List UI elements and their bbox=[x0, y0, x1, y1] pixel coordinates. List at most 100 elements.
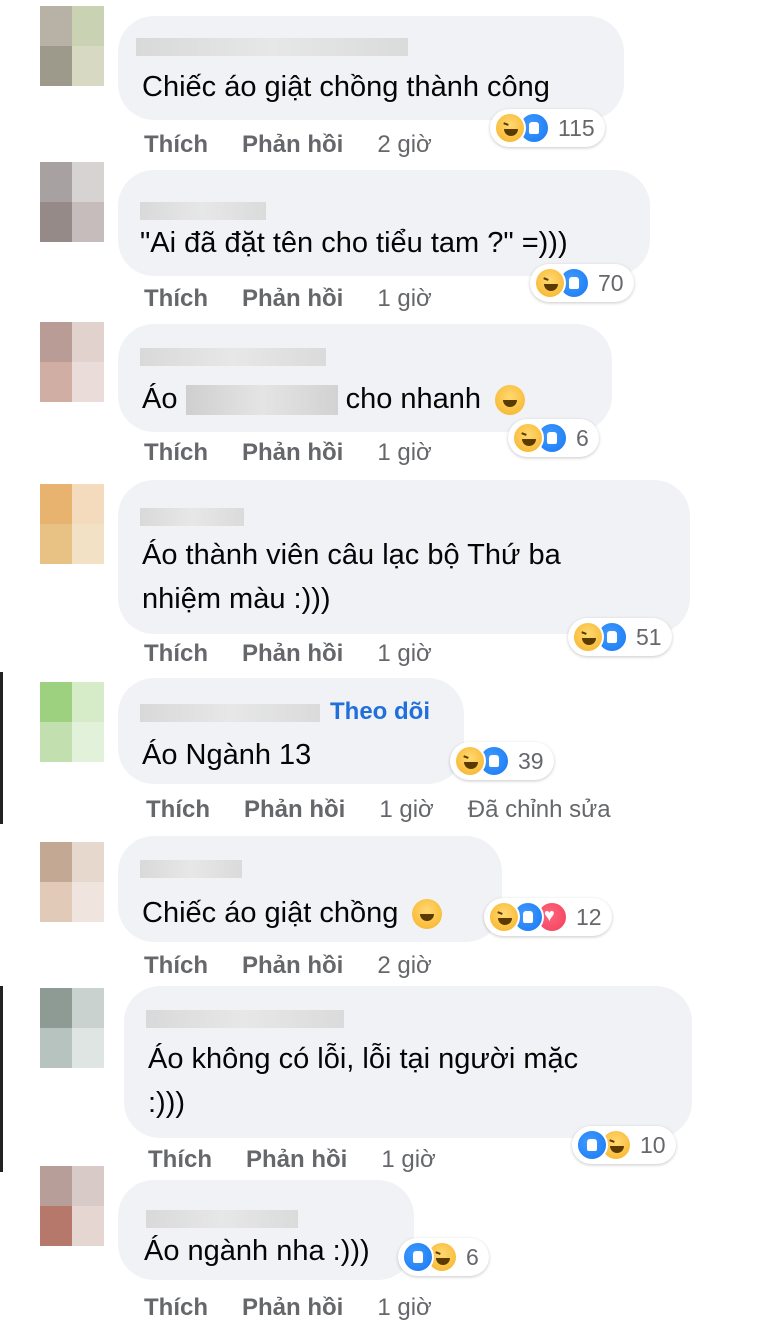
reply-button[interactable]: Phản hồi bbox=[242, 439, 343, 466]
timestamp[interactable]: 2 giờ bbox=[377, 952, 431, 979]
timestamp[interactable]: 1 giờ bbox=[377, 439, 431, 466]
comment-text-line-2: :))) bbox=[148, 1087, 186, 1119]
left-edge-line bbox=[0, 986, 3, 1172]
reply-button[interactable]: Phản hồi bbox=[242, 1294, 343, 1321]
comment-text-line-2: nhiệm màu :))) bbox=[142, 583, 331, 615]
reaction-summary[interactable]: 115 bbox=[490, 109, 605, 147]
reply-button[interactable]: Phản hồi bbox=[242, 285, 343, 312]
comment-text-line-1: Áo không có lỗi, lỗi tại người mặc bbox=[148, 1043, 579, 1075]
timestamp[interactable]: 1 giờ bbox=[379, 796, 433, 823]
avatar[interactable] bbox=[40, 6, 104, 86]
like-button[interactable]: Thích bbox=[144, 131, 208, 158]
comment-bubble: Áo cho nhanh bbox=[118, 324, 612, 432]
reply-button[interactable]: Phản hồi bbox=[242, 640, 343, 667]
comment-text-body: Chiếc áo giật chồng bbox=[142, 897, 399, 929]
haha-icon bbox=[512, 422, 544, 454]
follow-link[interactable]: Theo dõi bbox=[330, 698, 430, 726]
timestamp[interactable]: 1 giờ bbox=[377, 285, 431, 312]
avatar[interactable] bbox=[40, 484, 104, 564]
comment-4: Áo thành viên câu lạc bộ Thứ ba nhiệm mà… bbox=[0, 480, 780, 670]
like-icon bbox=[402, 1241, 434, 1273]
haha-icon bbox=[494, 112, 526, 144]
reaction-summary[interactable]: 6 bbox=[508, 419, 599, 457]
comment-bubble: "Ai đã đặt tên cho tiểu tam ?" =))) bbox=[118, 170, 650, 276]
author-name[interactable] bbox=[140, 348, 326, 366]
haha-icon bbox=[454, 745, 486, 777]
comment-actions: Thích Phản hồi 2 giờ bbox=[144, 131, 466, 159]
reaction-count: 6 bbox=[576, 424, 589, 451]
avatar[interactable] bbox=[40, 842, 104, 922]
comment-text: "Ai đã đặt tên cho tiểu tam ?" =))) bbox=[140, 227, 568, 259]
comment-bubble: Áo ngành nha :))) bbox=[118, 1180, 414, 1280]
reaction-summary[interactable]: 51 bbox=[568, 618, 672, 656]
comment-actions: Thích Phản hồi 1 giờ bbox=[144, 640, 466, 668]
comment-bubble: Theo dõi Áo Ngành 13 bbox=[118, 678, 464, 784]
comment-text: Áo cho nhanh bbox=[142, 378, 526, 420]
comment-actions: Thích Phản hồi 2 giờ bbox=[144, 952, 466, 980]
like-button[interactable]: Thích bbox=[144, 952, 208, 979]
laughing-emoji-icon bbox=[495, 385, 526, 416]
comment-text-end: cho nhanh bbox=[345, 383, 482, 415]
like-button[interactable]: Thích bbox=[144, 1294, 208, 1321]
like-button[interactable]: Thích bbox=[146, 796, 210, 823]
comment-bubble: Áo thành viên câu lạc bộ Thứ ba nhiệm mà… bbox=[118, 480, 690, 634]
reaction-count: 70 bbox=[598, 269, 624, 296]
comment-bubble: Chiếc áo giật chồng bbox=[118, 836, 502, 942]
comment-text-start: Áo bbox=[142, 383, 178, 415]
comment-actions: Thích Phản hồi 1 giờ bbox=[144, 285, 466, 313]
comment-7: Áo không có lỗi, lỗi tại người mặc :))) … bbox=[0, 986, 780, 1173]
reaction-summary[interactable]: 39 bbox=[450, 742, 554, 780]
reply-button[interactable]: Phản hồi bbox=[242, 952, 343, 979]
reaction-count: 115 bbox=[558, 114, 595, 141]
avatar[interactable] bbox=[40, 988, 104, 1068]
comment-actions: Thích Phản hồi 1 giờ bbox=[144, 439, 466, 467]
reaction-summary[interactable]: 12 bbox=[484, 898, 612, 936]
haha-icon bbox=[488, 901, 520, 933]
author-name[interactable] bbox=[140, 508, 244, 526]
author-name[interactable] bbox=[140, 704, 320, 722]
timestamp[interactable]: 1 giờ bbox=[377, 640, 431, 667]
author-name[interactable] bbox=[146, 1010, 344, 1028]
like-button[interactable]: Thích bbox=[144, 640, 208, 667]
like-button[interactable]: Thích bbox=[144, 439, 208, 466]
comment-8: Áo ngành nha :))) Thích Phản hồi 1 giờ 6 bbox=[0, 1166, 780, 1322]
author-name[interactable] bbox=[140, 202, 266, 220]
reaction-count: 51 bbox=[636, 623, 662, 650]
comment-text: Chiếc áo giật chồng bbox=[142, 892, 443, 934]
reaction-count: 12 bbox=[576, 903, 602, 930]
reaction-summary[interactable]: 6 bbox=[398, 1238, 489, 1276]
like-icon bbox=[576, 1129, 608, 1161]
edited-label[interactable]: Đã chỉnh sửa bbox=[468, 796, 611, 823]
left-edge-line bbox=[0, 672, 3, 824]
comment-5: Theo dõi Áo Ngành 13 Thích Phản hồi 1 giờ Đ… bbox=[0, 672, 780, 832]
comment-text: Áo Ngành 13 bbox=[142, 739, 312, 771]
reaction-count: 10 bbox=[640, 1131, 666, 1158]
author-name[interactable] bbox=[140, 860, 242, 878]
redacted-text bbox=[185, 385, 338, 416]
comment-text: Áo ngành nha :))) bbox=[144, 1235, 370, 1267]
author-name[interactable] bbox=[146, 1210, 298, 1228]
comment-6: Chiếc áo giật chồng Thích Phản hồi 2 giờ 1… bbox=[0, 832, 780, 986]
reaction-count: 6 bbox=[466, 1243, 479, 1270]
timestamp[interactable]: 1 giờ bbox=[377, 1294, 431, 1321]
reply-button[interactable]: Phản hồi bbox=[244, 796, 345, 823]
comment-bubble: Áo không có lỗi, lỗi tại người mặc :))) bbox=[124, 986, 692, 1138]
like-button[interactable]: Thích bbox=[144, 285, 208, 312]
avatar[interactable] bbox=[40, 322, 104, 402]
avatar[interactable] bbox=[40, 162, 104, 242]
reply-button[interactable]: Phản hồi bbox=[242, 131, 343, 158]
comment-text: Chiếc áo giật chồng thành công bbox=[142, 71, 550, 103]
author-name[interactable] bbox=[136, 38, 408, 56]
avatar[interactable] bbox=[40, 1166, 104, 1246]
comment-1: Chiếc áo giật chồng thành công Thích Phản… bbox=[0, 0, 780, 160]
reaction-summary[interactable]: 10 bbox=[572, 1126, 676, 1164]
haha-icon bbox=[534, 267, 566, 299]
avatar[interactable] bbox=[40, 682, 104, 762]
comment-3: Áo cho nhanh Thích Phản hồi 1 giờ 6 bbox=[0, 318, 780, 480]
timestamp[interactable]: 2 giờ bbox=[377, 131, 431, 158]
comment-text-line-1: Áo thành viên câu lạc bộ Thứ ba bbox=[142, 539, 561, 571]
comment-actions: Thích Phản hồi 1 giờ Đã chỉnh sửa bbox=[146, 796, 645, 824]
comment-2: "Ai đã đặt tên cho tiểu tam ?" =))) Thíc… bbox=[0, 160, 780, 320]
reaction-summary[interactable]: 70 bbox=[530, 264, 634, 302]
comment-actions: Thích Phản hồi 1 giờ bbox=[144, 1294, 466, 1322]
